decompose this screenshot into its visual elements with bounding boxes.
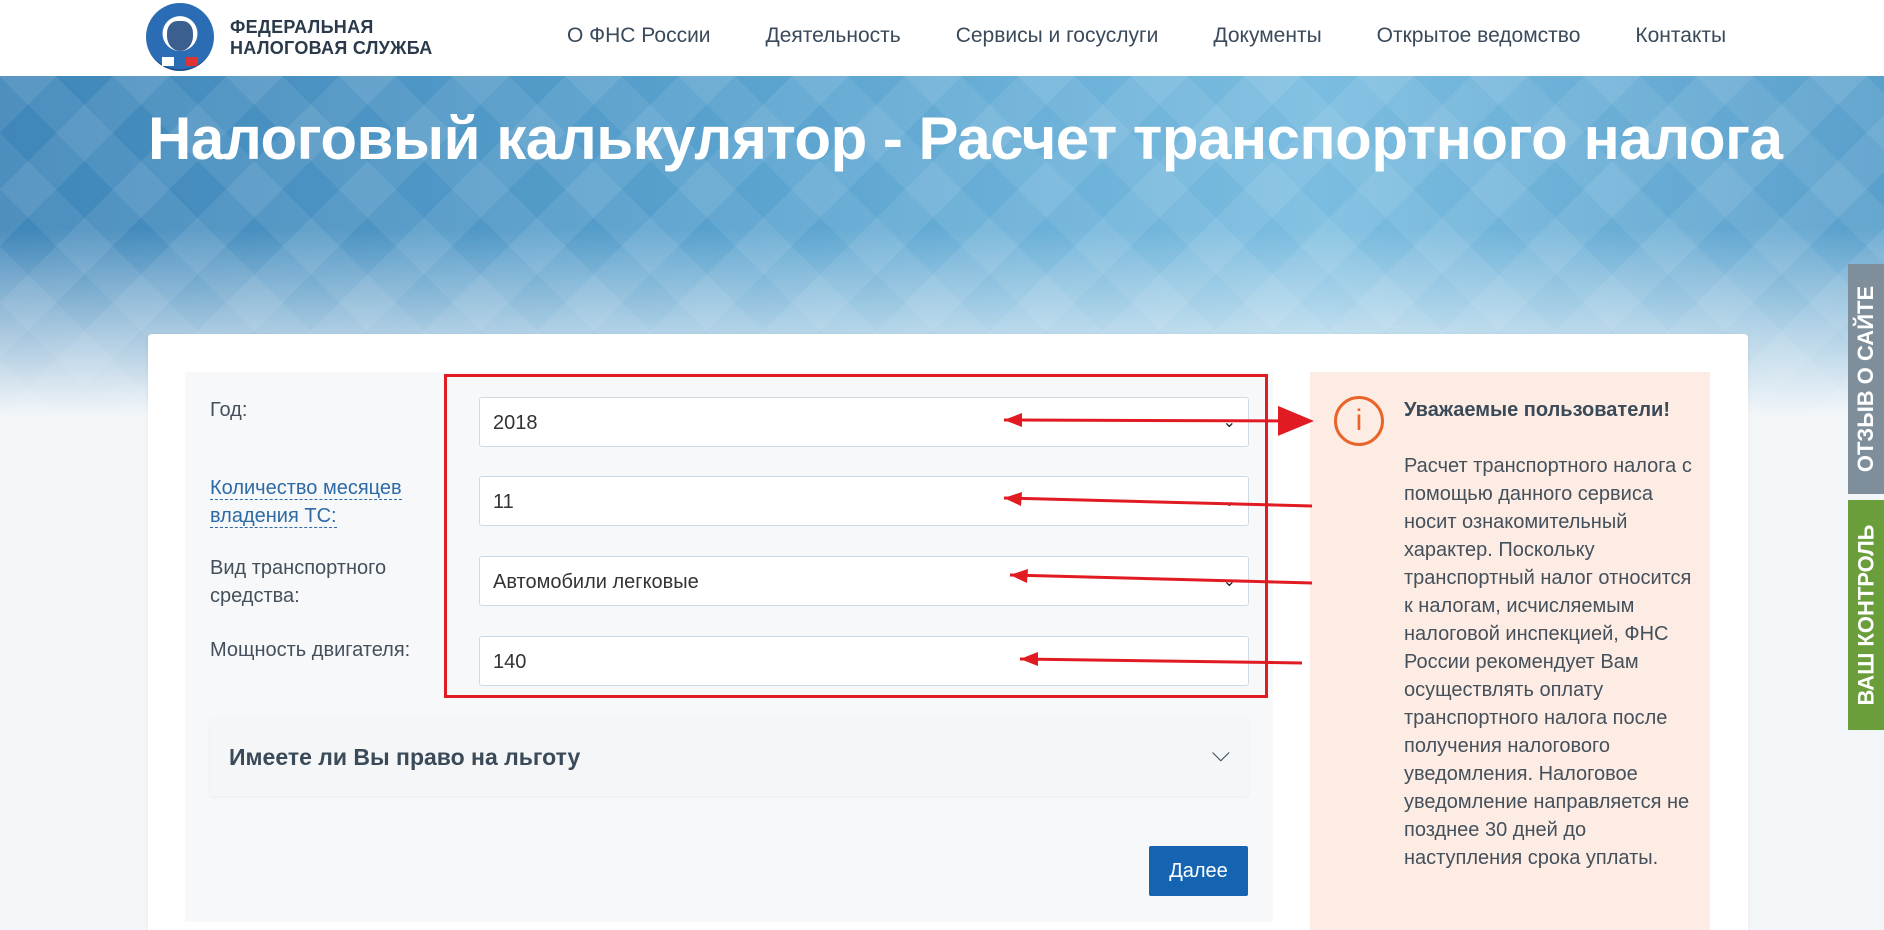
feedback-side-tab[interactable]: ОТЗЫВ О САЙТЕ [1848,264,1884,494]
top-header: ФЕДЕРАЛЬНАЯ НАЛОГОВАЯ СЛУЖБА О ФНС Росси… [0,0,1884,76]
info-text: Расчет транспортного налога с помощью да… [1404,455,1692,869]
page-title: Налоговый калькулятор - Расчет транспорт… [148,105,1783,172]
eagle-icon [167,21,193,51]
nav-item-documents[interactable]: Документы [1213,24,1321,48]
brand-line-1: ФЕДЕРАЛЬНАЯ [230,17,374,37]
nav-item-services[interactable]: Сервисы и госуслуги [956,24,1159,48]
flag-ribbon-icon [162,57,198,66]
info-heading: Уважаемые пользователи! [1404,399,1670,421]
nav-item-open-agency[interactable]: Открытое ведомство [1377,24,1581,48]
chevron-down-icon: ⌵ [1211,740,1230,767]
brand-line-2: НАЛОГОВАЯ СЛУЖБА [230,38,433,58]
feedback-tab-label: ОТЗЫВ О САЙТЕ [1853,285,1878,473]
nav-item-about[interactable]: О ФНС России [567,24,711,48]
months-label-text[interactable]: Количество месяцев владения ТС: [210,477,402,528]
benefit-accordion[interactable]: Имеете ли Вы право на льготу ⌵ [210,718,1248,796]
benefit-accordion-title: Имеете ли Вы право на льготу [229,744,581,770]
main-nav: О ФНС России Деятельность Сервисы и госу… [567,24,1726,48]
nav-item-contacts[interactable]: Контакты [1635,24,1726,48]
months-label[interactable]: Количество месяцев владения ТС: [210,474,435,530]
year-label: Год: [210,399,248,421]
control-tab-label: ВАШ КОНТРОЛЬ [1853,524,1878,706]
fns-emblem-logo[interactable] [146,3,214,71]
next-button[interactable]: Далее [1149,846,1248,896]
engine-power-label: Мощность двигателя: [210,639,411,661]
nav-item-activity[interactable]: Деятельность [766,24,901,48]
control-side-tab[interactable]: ВАШ КОНТРОЛЬ [1848,500,1884,730]
info-panel: i Уважаемые пользователи! Расчет транспо… [1310,372,1710,930]
vehicle-type-label: Вид транспортного средства: [210,557,387,607]
brand-name[interactable]: ФЕДЕРАЛЬНАЯ НАЛОГОВАЯ СЛУЖБА [230,17,433,59]
info-icon: i [1334,396,1384,446]
annotation-frame [444,374,1268,698]
